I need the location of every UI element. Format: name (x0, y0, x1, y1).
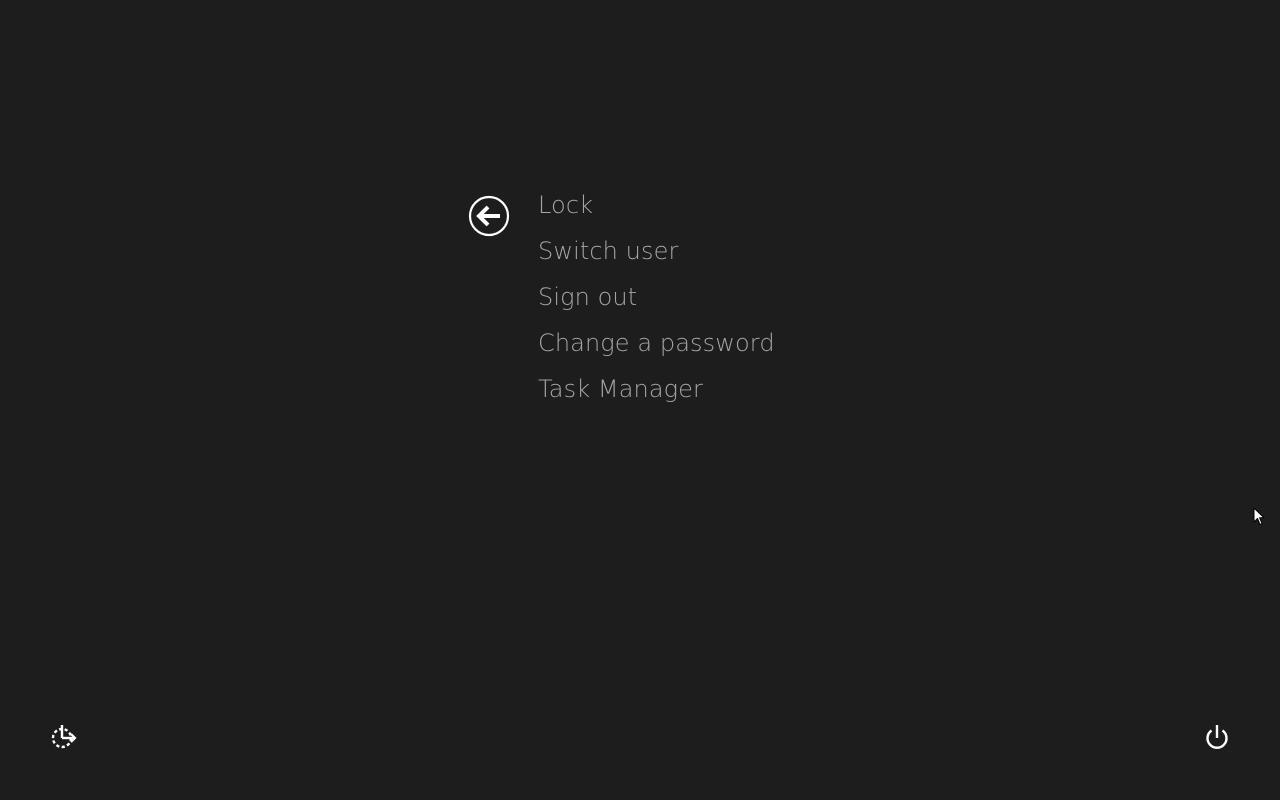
back-arrow-icon (468, 195, 510, 237)
sign-out-option[interactable]: Sign out (538, 278, 775, 324)
mouse-pointer-icon (1253, 507, 1265, 527)
ease-of-access-icon (51, 725, 77, 749)
security-options-menu: Lock Switch user Sign out Change a passw… (538, 186, 775, 416)
switch-user-option[interactable]: Switch user (538, 232, 775, 278)
lock-option[interactable]: Lock (538, 186, 775, 232)
power-button[interactable] (1203, 722, 1231, 752)
change-password-option[interactable]: Change a password (538, 324, 775, 370)
security-options-screen: Lock Switch user Sign out Change a passw… (0, 0, 1280, 800)
task-manager-option[interactable]: Task Manager (538, 370, 775, 416)
power-icon (1206, 725, 1228, 749)
ease-of-access-button[interactable] (48, 722, 78, 752)
back-button[interactable] (468, 195, 510, 237)
